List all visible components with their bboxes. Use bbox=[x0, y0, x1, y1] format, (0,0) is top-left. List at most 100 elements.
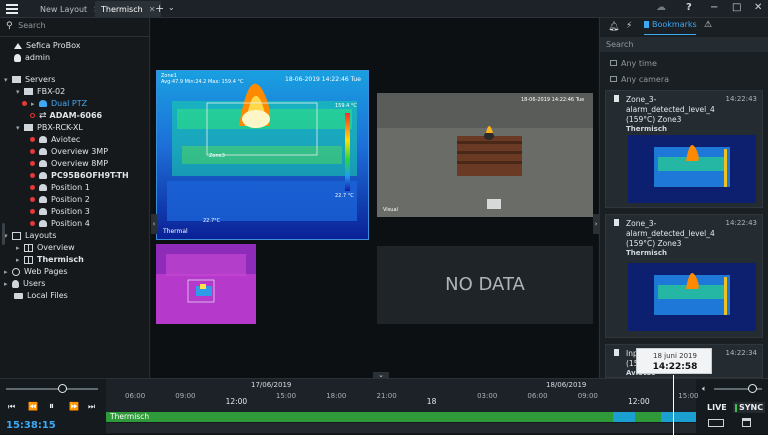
camera-label: Aviotec bbox=[51, 135, 81, 144]
site-item[interactable]: Sefica ProBox bbox=[14, 41, 80, 50]
web-pages-node[interactable]: ▸ Web Pages bbox=[4, 267, 68, 276]
bookmark-icon bbox=[614, 219, 619, 226]
tick-label: 09:00 bbox=[175, 392, 196, 400]
layout-overview[interactable]: ▸ Overview bbox=[16, 243, 75, 252]
camera-label: Dual PTZ bbox=[51, 99, 88, 108]
close-window-icon[interactable]: ✕ bbox=[754, 2, 762, 13]
bookmark-time: 14:22:34 bbox=[725, 349, 757, 357]
layouts-icon bbox=[12, 231, 21, 240]
thermal-overview-tile[interactable] bbox=[156, 244, 256, 324]
chevron-right-icon[interactable]: ▸ bbox=[16, 244, 24, 252]
maximize-icon[interactable]: □ bbox=[732, 2, 741, 13]
timeline-scale[interactable]: 17/06/2019 18/06/2019 06:00 09:00 12:00 15:… bbox=[106, 379, 699, 412]
camera-overview-8mp[interactable]: Overview 8MP bbox=[30, 159, 108, 168]
time-filter[interactable]: Any time bbox=[610, 59, 657, 68]
camera-position-3[interactable]: Position 3 bbox=[30, 207, 90, 216]
pause-icon[interactable]: ⏸ bbox=[49, 401, 54, 412]
skip-forward-icon[interactable]: ⏭ bbox=[88, 402, 95, 412]
cloud-icon[interactable]: ☁ bbox=[656, 2, 666, 13]
camera-overview-3mp[interactable]: Overview 3MP bbox=[30, 147, 108, 156]
camera-filter[interactable]: Any camera bbox=[610, 75, 669, 84]
timeline-zoom-icon[interactable] bbox=[708, 419, 724, 427]
server-pbx-rck-xl[interactable]: ▾ PBX-RCK-XL bbox=[16, 123, 83, 132]
live-button[interactable]: LIVE bbox=[707, 403, 727, 412]
camera-label: Position 3 bbox=[51, 207, 90, 216]
fast-forward-icon[interactable]: ⏩ bbox=[69, 402, 79, 411]
chevron-down-icon[interactable]: ⌄ bbox=[168, 3, 175, 12]
camera-position-4[interactable]: Position 4 bbox=[30, 219, 90, 228]
tab-bookmarks[interactable]: Bookmarks bbox=[644, 20, 697, 34]
users-node[interactable]: ▸ Users bbox=[4, 279, 45, 288]
search-field[interactable]: ⚲ Search bbox=[6, 21, 144, 33]
bookmarks-panel: 🔔︎ ⚡︎ Bookmarks ⚠︎ Search Any time Any c… bbox=[599, 18, 768, 378]
help-icon[interactable]: ? bbox=[686, 2, 692, 13]
tick-label: 18:00 bbox=[326, 392, 347, 400]
device-adam-6066[interactable]: ⇄ ADAM-6066 bbox=[30, 111, 102, 121]
tick-label: 15:00 bbox=[678, 392, 699, 400]
camera-icon bbox=[39, 220, 47, 227]
bookmark-card[interactable]: Zone_3-alarm_detected_level_4 (159°C) Zo… bbox=[605, 90, 763, 208]
layout-thermisch[interactable]: ▸ Thermisch bbox=[16, 255, 84, 264]
chevron-right-icon[interactable]: ▸ bbox=[4, 280, 12, 288]
camera-position-2[interactable]: Position 2 bbox=[30, 195, 90, 204]
warning-icon[interactable]: ⚠︎ bbox=[704, 20, 712, 30]
tick-label: 15:00 bbox=[275, 392, 297, 400]
servers-node[interactable]: ▾ Servers bbox=[4, 75, 55, 84]
server-fbx-02[interactable]: ▾ FBX-02 bbox=[16, 87, 65, 96]
camera-position-1[interactable]: Position 1 bbox=[30, 183, 90, 192]
scroll-thumb[interactable] bbox=[2, 223, 5, 245]
bookmark-thumbnail[interactable] bbox=[628, 135, 756, 203]
sync-button[interactable]: SYNC bbox=[733, 402, 766, 413]
camera-dual-ptz[interactable]: ▸ Dual PTZ bbox=[22, 99, 87, 108]
globe-icon bbox=[12, 267, 20, 276]
speed-slider[interactable] bbox=[6, 388, 98, 390]
add-tab-icon[interactable]: + bbox=[155, 2, 164, 15]
timeline-track[interactable]: Thermisch bbox=[106, 412, 696, 422]
server-icon bbox=[24, 88, 33, 95]
camera-aviotec[interactable]: Aviotec bbox=[30, 135, 80, 144]
camera-icon bbox=[39, 208, 47, 215]
tick-label: 03:00 bbox=[477, 392, 498, 400]
chevron-down-icon[interactable]: ▾ bbox=[16, 124, 24, 132]
layouts-node[interactable]: ▾ Layouts bbox=[4, 231, 56, 240]
skip-back-icon[interactable]: ⏮ bbox=[8, 402, 15, 412]
bookmark-time: 14:22:43 bbox=[725, 95, 757, 103]
calendar-icon[interactable] bbox=[742, 418, 751, 427]
bookmark-card[interactable]: Zone_3-alarm_detected_level_4 (159°C) Zo… bbox=[605, 214, 763, 338]
camera-pc95[interactable]: PC95B6OFH9T-TH bbox=[30, 171, 129, 180]
camera-label: Overview 3MP bbox=[51, 147, 109, 156]
camera-label: Overview 8MP bbox=[51, 159, 109, 168]
speed-slider-handle[interactable] bbox=[58, 384, 67, 393]
thermal-camera-tile[interactable]: Zone1 Avg:47.9 Min:24.2 Max: 159.4 °C 18… bbox=[156, 70, 369, 240]
status-dot bbox=[30, 161, 35, 166]
rewind-icon[interactable]: ⏪ bbox=[28, 402, 38, 411]
chevron-down-icon[interactable]: ▾ bbox=[4, 76, 12, 84]
volume-icon[interactable]: 🔈︎ bbox=[702, 384, 707, 394]
layout-grid-icon bbox=[24, 243, 33, 252]
volume-slider-handle[interactable] bbox=[748, 384, 757, 393]
bookmark-thumbnail[interactable] bbox=[628, 263, 756, 331]
bookmarks-search-field[interactable]: Search bbox=[600, 37, 768, 52]
chevron-right-icon[interactable]: ▸ bbox=[31, 100, 39, 108]
chevron-right-icon[interactable]: ▸ bbox=[4, 268, 12, 276]
visual-camera-tile[interactable]: 18-06-2019 14:22:46 Tue Visual bbox=[377, 93, 593, 217]
camera-icon bbox=[39, 184, 47, 191]
local-files-node[interactable]: Local Files bbox=[14, 291, 68, 300]
io-module-icon: ⇄ bbox=[39, 111, 47, 121]
minimize-icon[interactable]: − bbox=[710, 2, 718, 13]
scale-min: 22.7 °C bbox=[335, 193, 354, 199]
chevron-left-icon[interactable]: ‹ bbox=[151, 214, 157, 234]
chevron-down-icon[interactable]: ▾ bbox=[4, 232, 12, 240]
camera-icon bbox=[39, 136, 47, 143]
time-filter-label: Any time bbox=[621, 59, 657, 68]
tab-thermisch[interactable]: Thermisch ✕ bbox=[95, 1, 162, 18]
chevron-down-icon[interactable]: ▾ bbox=[16, 88, 24, 96]
motion-icon[interactable]: ⚡︎ bbox=[626, 21, 632, 31]
chevron-right-icon[interactable]: ▸ bbox=[16, 256, 24, 264]
empty-camera-tile[interactable]: NO DATA bbox=[377, 246, 593, 324]
notifications-icon[interactable]: 🔔︎ bbox=[608, 22, 619, 32]
menu-icon[interactable] bbox=[6, 4, 18, 14]
playhead[interactable] bbox=[673, 375, 674, 435]
user-item[interactable]: admin bbox=[14, 53, 50, 62]
tab-label: New Layout bbox=[40, 5, 88, 14]
